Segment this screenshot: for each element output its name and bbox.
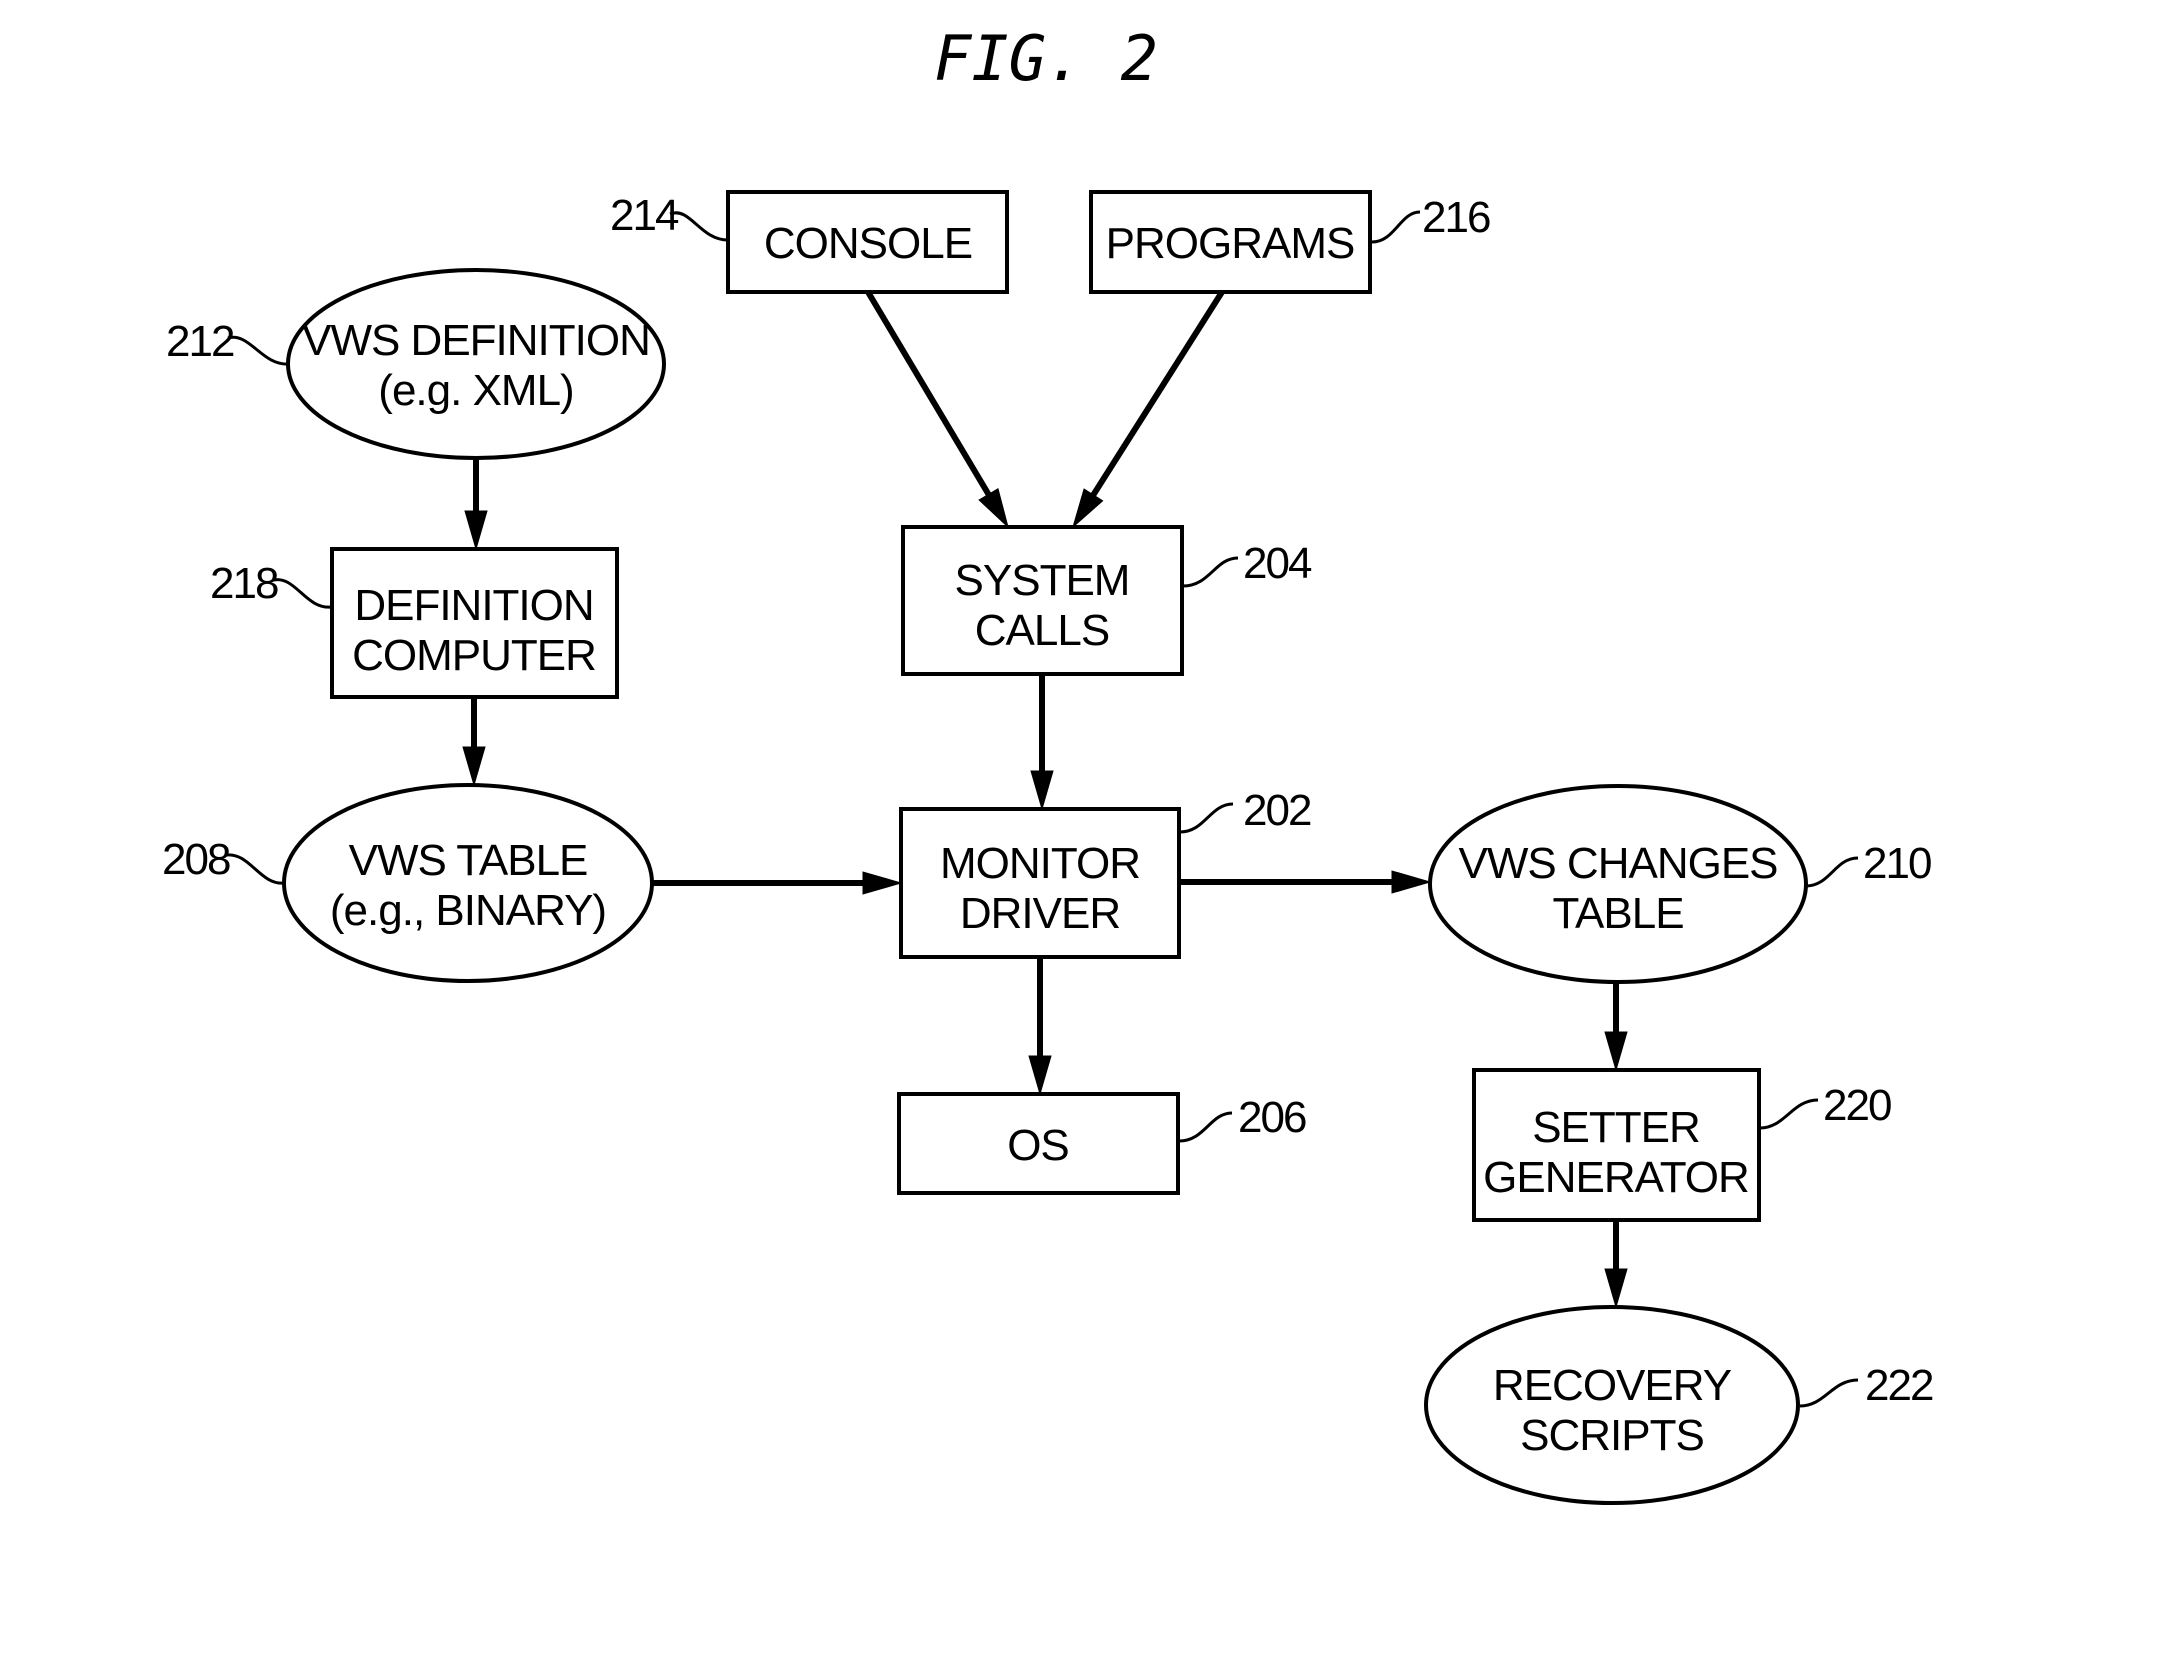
recovery-scripts-label-line2: SCRIPTS (1520, 1411, 1704, 1460)
ref-220-label: 220 (1823, 1081, 1891, 1130)
node-system-calls: SYSTEM CALLS (901, 525, 1184, 676)
arrow-definition-computer-to-vws-table-head (462, 746, 486, 787)
arrow-console-to-system-calls (865, 290, 1009, 529)
setter-generator-label-line1: SETTER (1532, 1103, 1700, 1152)
vws-definition-label-line1: VWS DEFINITION (302, 316, 650, 365)
arrow-programs-to-system-calls-line (1090, 290, 1225, 497)
arrow-programs-to-system-calls-head (1072, 488, 1104, 529)
arrow-vws-table-to-monitor-driver-head (862, 871, 903, 895)
arrow-programs-to-system-calls (1072, 290, 1225, 529)
ref-210-leader (1805, 856, 1859, 888)
system-calls-label-line2: CALLS (975, 606, 1109, 655)
figure-title: FIG. 2 (934, 22, 1158, 95)
ref-208-label: 208 (162, 835, 230, 884)
ref-202: 202 (1179, 786, 1313, 835)
arrow-definition-computer-to-vws-table (462, 697, 486, 787)
ref-210-label: 210 (1863, 839, 1931, 888)
ref-204-label: 204 (1243, 539, 1312, 588)
ref-212-leader (227, 335, 290, 366)
os-label: OS (1007, 1121, 1069, 1170)
vws-definition-label-line2: (e.g. XML) (378, 366, 573, 415)
arrow-setter-generator-to-recovery-scripts-head (1604, 1268, 1628, 1309)
node-recovery-scripts: RECOVERY SCRIPTS (1424, 1305, 1800, 1505)
ref-202-label: 202 (1243, 786, 1311, 835)
ref-214: 214 (610, 191, 729, 242)
node-console: CONSOLE (726, 190, 1009, 294)
setter-generator-label-line2: GENERATOR (1483, 1153, 1749, 1202)
ref-202-leader (1179, 802, 1234, 834)
ref-216-leader (1371, 210, 1421, 244)
ref-218-leader (273, 578, 333, 609)
arrow-vws-definition-to-definition-computer-head (464, 510, 488, 551)
ref-216: 216 (1371, 193, 1492, 244)
ref-212-label: 212 (166, 317, 234, 366)
programs-label: PROGRAMS (1106, 219, 1355, 268)
ref-214-label: 214 (610, 191, 679, 240)
arrow-system-calls-to-monitor-driver (1030, 674, 1054, 811)
recovery-scripts-label-line1: RECOVERY (1493, 1361, 1732, 1410)
arrow-vws-changes-table-to-setter-generator-head (1604, 1031, 1628, 1072)
definition-computer-label-line1: DEFINITION (354, 581, 593, 630)
ref-218: 218 (210, 559, 333, 609)
ref-222: 222 (1799, 1361, 1935, 1410)
arrow-monitor-driver-to-os-head (1028, 1055, 1052, 1096)
flow-diagram: FIG. 2 CONSOLE PROGRAMS VWS DEFINITION (… (162, 22, 1935, 1505)
ref-210: 210 (1805, 839, 1933, 888)
monitor-driver-label-line2: DRIVER (960, 889, 1120, 938)
arrow-console-to-system-calls-head (978, 487, 1009, 529)
ref-204-leader (1182, 556, 1239, 588)
arrow-vws-changes-table-to-setter-generator (1604, 982, 1628, 1072)
ref-212: 212 (166, 317, 290, 366)
ref-220-leader (1759, 1098, 1819, 1130)
node-vws-definition: VWS DEFINITION (e.g. XML) (286, 268, 666, 460)
ref-208: 208 (162, 835, 286, 885)
arrow-vws-table-to-monitor-driver (652, 871, 903, 895)
node-definition-computer: DEFINITION COMPUTER (330, 547, 619, 699)
ref-206-label: 206 (1238, 1093, 1306, 1142)
node-monitor-driver: MONITOR DRIVER (899, 807, 1181, 959)
ref-214-leader (669, 211, 729, 242)
ref-204: 204 (1182, 539, 1314, 588)
arrow-setter-generator-to-recovery-scripts (1604, 1220, 1628, 1309)
arrow-system-calls-to-monitor-driver-head (1030, 770, 1054, 811)
node-vws-changes-table: VWS CHANGES TABLE (1428, 784, 1808, 984)
node-programs: PROGRAMS (1089, 190, 1372, 294)
node-vws-table: VWS TABLE (e.g., BINARY) (282, 783, 654, 983)
arrow-monitor-driver-to-vws-changes-table-head (1391, 870, 1432, 894)
ref-222-leader (1799, 1378, 1859, 1408)
definition-computer-label-line2: COMPUTER (352, 631, 596, 680)
ref-216-label: 216 (1422, 193, 1490, 242)
node-setter-generator: SETTER GENERATOR (1472, 1068, 1761, 1222)
system-calls-label-line1: SYSTEM (955, 556, 1130, 605)
ref-220: 220 (1759, 1081, 1893, 1130)
vws-changes-table-label-line1: VWS CHANGES (1458, 839, 1777, 888)
arrow-vws-definition-to-definition-computer (464, 458, 488, 551)
node-os: OS (897, 1092, 1180, 1195)
vws-table-label-line1: VWS TABLE (349, 836, 588, 885)
vws-table-label-line2: (e.g., BINARY) (330, 886, 606, 935)
console-label: CONSOLE (764, 219, 972, 268)
ref-218-label: 218 (210, 559, 278, 608)
arrow-console-to-system-calls-line (865, 290, 992, 496)
vws-changes-table-label-line2: TABLE (1552, 889, 1683, 938)
arrow-monitor-driver-to-vws-changes-table (1179, 870, 1432, 894)
monitor-driver-label-line1: MONITOR (940, 839, 1140, 888)
ref-208-leader (225, 853, 286, 885)
ref-222-label: 222 (1865, 1361, 1933, 1410)
arrow-monitor-driver-to-os (1028, 957, 1052, 1096)
ref-206-leader (1178, 1111, 1233, 1143)
ref-206: 206 (1178, 1093, 1308, 1143)
